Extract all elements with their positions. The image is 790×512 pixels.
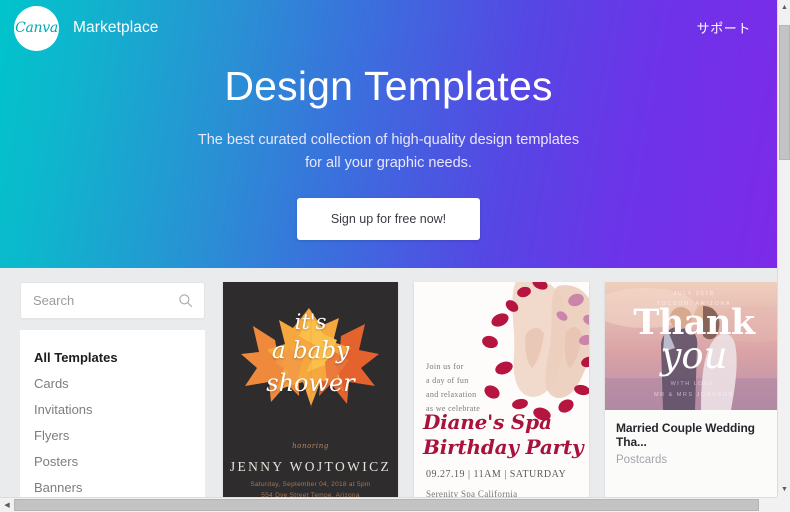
brand-block[interactable]: Canva Marketplace (0, 5, 159, 51)
sidebar: All Templates Cards Invitations Flyers P… (20, 282, 205, 497)
template-thumbnail-spa-birthday: Join us for a day of fun and relaxation … (414, 282, 589, 497)
baby-detail-line-2: 554 Dye Street Tempe, Arizona (261, 492, 360, 497)
sidebar-item-invitations[interactable]: Invitations (20, 396, 205, 422)
chevron-left-icon: ◀ (4, 502, 10, 509)
page-title: Design Templates (224, 63, 553, 109)
baby-shower-script-text: it's a baby shower (223, 308, 398, 399)
baby-script-line-1: it's (294, 310, 327, 334)
thank-you-word-2: you (660, 334, 728, 378)
spa-intro-line-2: a day of fun (426, 376, 469, 385)
watercolor-feet-petals-illustration-icon (482, 282, 589, 421)
baby-script-line-3: shower (266, 368, 355, 397)
chevron-up-icon: ▲ (781, 4, 788, 11)
scroll-up-button[interactable]: ▲ (778, 0, 790, 15)
baby-honoring-label: honoring (292, 442, 329, 450)
sidebar-item-all-templates[interactable]: All Templates (20, 344, 205, 370)
template-thumbnail-baby-shower: it's a baby shower honoring JENNY WOJTOW… (223, 282, 398, 497)
hero-subtitle: The best curated collection of high-qual… (0, 129, 777, 174)
brand-name: Marketplace (73, 19, 159, 36)
chevron-down-icon: ▼ (781, 486, 788, 493)
thank-you-bottom-line-2: MR & MRS JOHNSON (654, 391, 734, 398)
hero-subtitle-line-2: for all your graphic needs. (305, 154, 472, 171)
scroll-left-button[interactable]: ◀ (0, 498, 14, 512)
template-thumbnail-wedding-thank-you: JULY 2018 TUCSON, ARIZONA Thank you WITH… (605, 282, 777, 410)
spa-title-text: Diane's Spa Birthday Party (423, 410, 584, 460)
spa-intro-line-3: and relaxation (426, 390, 477, 399)
canva-logo-text: Canva (15, 20, 58, 36)
signup-button[interactable]: Sign up for free now! (296, 198, 481, 241)
vertical-scrollbar[interactable]: ▲ ▼ (777, 0, 790, 497)
support-link[interactable]: サポート (697, 18, 751, 37)
thank-you-bottom-line-1: WITH LOVE, (670, 381, 718, 388)
thank-you-bottom-text: WITH LOVE, MR & MRS JOHNSON (605, 379, 777, 400)
baby-script-line-2: a baby (271, 338, 350, 365)
vertical-scrollbar-thumb[interactable] (779, 25, 790, 160)
search-box[interactable] (20, 282, 205, 319)
search-input[interactable] (21, 283, 204, 318)
sidebar-item-posters[interactable]: Posters (20, 448, 205, 474)
baby-event-details: Saturday, September 04, 2018 at 5pm 554 … (223, 479, 398, 497)
spa-title-line-1: Diane's Spa (423, 410, 552, 434)
card-title: Married Couple Wedding Tha... (616, 421, 755, 449)
spa-intro-text: Join us for a day of fun and relaxation … (426, 360, 480, 416)
hero-banner: Canva Marketplace サポート Design Templates … (0, 0, 777, 268)
search-icon[interactable] (178, 293, 193, 308)
baby-detail-line-1: Saturday, September 04, 2018 at 5pm (250, 481, 371, 488)
sidebar-item-flyers[interactable]: Flyers (20, 422, 205, 448)
spa-intro-line-1: Join us for (426, 362, 464, 371)
sidebar-item-cards[interactable]: Cards (20, 370, 205, 396)
category-nav: All Templates Cards Invitations Flyers P… (20, 330, 205, 497)
template-card[interactable]: Join us for a day of fun and relaxation … (414, 282, 589, 497)
spa-date-text: 09.27.19 | 11AM | SATURDAY (426, 469, 567, 480)
scroll-down-button[interactable]: ▼ (778, 482, 790, 497)
spa-title-line-2: Birthday Party (423, 435, 584, 460)
card-meta: Married Couple Wedding Tha... Postcards (605, 410, 777, 479)
sidebar-item-banners[interactable]: Banners (20, 474, 205, 497)
browser-viewport: Canva Marketplace サポート Design Templates … (0, 0, 790, 512)
page-content: Canva Marketplace サポート Design Templates … (0, 0, 777, 497)
hero-inner: Design Templates The best curated collec… (0, 62, 777, 241)
horizontal-scrollbar-thumb[interactable] (14, 499, 759, 511)
horizontal-scrollbar[interactable]: ◀ ▶ (0, 497, 790, 512)
main-content: All Templates Cards Invitations Flyers P… (0, 268, 777, 497)
template-card[interactable]: JULY 2018 TUCSON, ARIZONA Thank you WITH… (605, 282, 777, 497)
thank-you-top-line-1: JULY 2018 (673, 291, 715, 297)
site-header: Canva Marketplace サポート (0, 0, 777, 56)
card-category: Postcards (616, 454, 668, 466)
hero-subtitle-line-1: The best curated collection of high-qual… (197, 132, 580, 149)
template-grid: it's a baby shower honoring JENNY WOJTOW… (223, 282, 777, 497)
scrollbar-corner (777, 497, 790, 512)
spa-venue-text: Serenity Spa California (426, 489, 518, 497)
canva-circle-logo-icon[interactable]: Canva (14, 5, 59, 51)
template-card[interactable]: it's a baby shower honoring JENNY WOJTOW… (223, 282, 398, 497)
baby-honoree-name: JENNY WOJTOWICZ (229, 459, 392, 474)
thank-you-headline: Thank you (605, 305, 777, 378)
